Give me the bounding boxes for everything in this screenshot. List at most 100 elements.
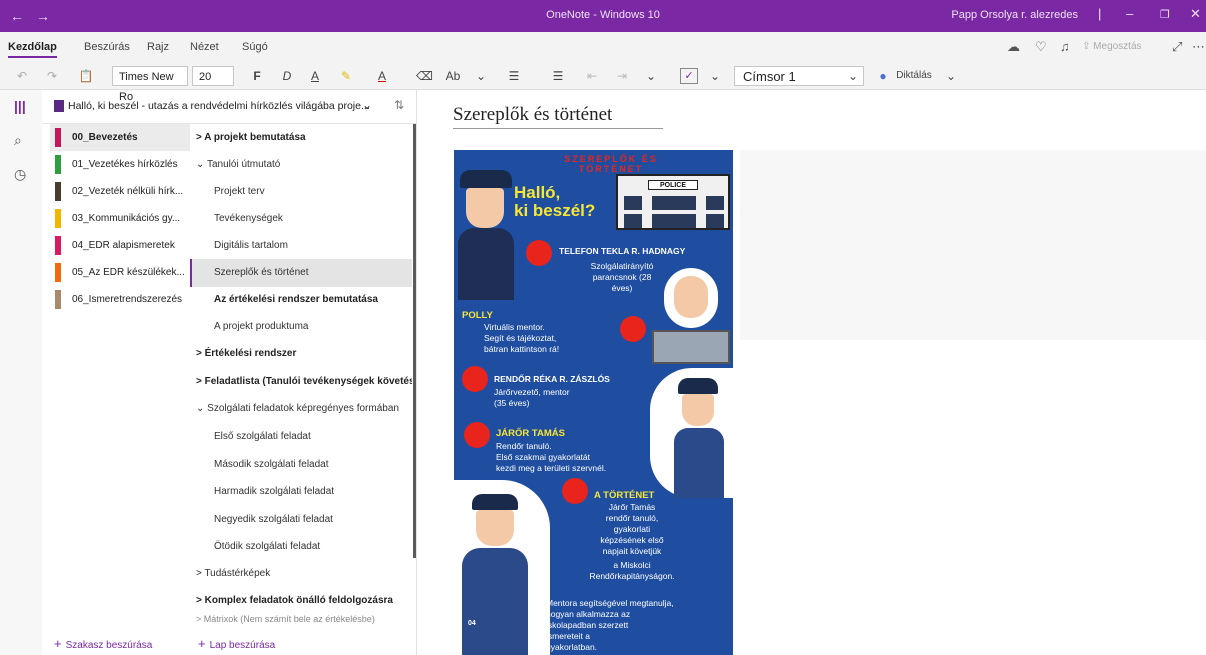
share-button[interactable]: ⇪ Megosztás bbox=[1082, 41, 1142, 52]
dictate-button[interactable]: Diktálás bbox=[894, 66, 934, 86]
search-icon[interactable]: ⌕ bbox=[14, 132, 22, 149]
page-item[interactable]: > Tudástérképek bbox=[190, 560, 412, 588]
notebook-header[interactable]: Halló, ki beszél - utazás a rendvédelmi … bbox=[42, 90, 416, 124]
page-title[interactable]: Szereplők és történet bbox=[453, 104, 612, 126]
chevron-down-icon[interactable]: ⌄ bbox=[644, 66, 658, 86]
story-line: gyakorlati bbox=[613, 524, 651, 534]
character-1-name: TELEFON TEKLA R. HADNAGY bbox=[559, 246, 686, 256]
section-color-tab bbox=[55, 128, 61, 147]
page-item[interactable]: Harmadik szolgálati feladat bbox=[190, 478, 412, 506]
notebook-title: Halló, ki beszél - utazás a rendvédelmi … bbox=[68, 100, 370, 112]
add-page-button[interactable]: + Lap beszúrása bbox=[198, 636, 275, 651]
sync-icon[interactable]: ☁ bbox=[1007, 39, 1020, 55]
sort-icon[interactable]: ⇅ bbox=[394, 98, 404, 112]
section-item[interactable]: 06_Ismeretrendszerezés bbox=[50, 286, 190, 313]
recent-icon[interactable]: ◷ bbox=[14, 166, 26, 183]
page-item[interactable]: Tevékenységek bbox=[190, 205, 412, 233]
chevron-down-icon[interactable]: ⌄ bbox=[474, 66, 488, 86]
female-officer-illustration bbox=[650, 368, 733, 498]
indent-icon[interactable]: ⇥ bbox=[614, 66, 630, 86]
eraser-icon[interactable]: ⌫ bbox=[416, 66, 433, 86]
section-item[interactable]: 05_Az EDR készülékek... bbox=[50, 259, 190, 286]
character-4-line-2: Első szakmai gyakorlatát bbox=[496, 452, 591, 462]
section-item[interactable]: 02_Vezeték nélküli hírk... bbox=[50, 178, 190, 205]
font-size-field[interactable]: 20 bbox=[192, 66, 234, 86]
bold-button[interactable]: F bbox=[250, 66, 264, 86]
outdent-icon[interactable]: ⇤ bbox=[584, 66, 600, 86]
story-title: A TÖRTÉNET bbox=[594, 490, 655, 501]
close-icon[interactable]: ✕ bbox=[1190, 6, 1201, 22]
page-item[interactable]: > Mátrixok (Nem számít bele az értékelés… bbox=[190, 614, 412, 624]
section-item[interactable]: 01_Vezetékes hírközlés bbox=[50, 151, 190, 178]
tab-insert[interactable]: Beszúrás bbox=[84, 41, 130, 53]
title-underline bbox=[453, 128, 663, 129]
section-item[interactable]: 04_EDR alapismeretek bbox=[50, 232, 190, 259]
character-4-line-3: kezdi meg a területi szervnél. bbox=[496, 463, 607, 473]
divider bbox=[416, 90, 417, 655]
expand-icon[interactable]: ⤢ bbox=[1172, 39, 1182, 55]
page-item[interactable]: Digitális tartalom bbox=[190, 232, 412, 260]
clipboard-icon[interactable]: 📋 bbox=[78, 66, 94, 86]
mentor-portrait-illustration[interactable] bbox=[652, 268, 730, 364]
page-item-selected[interactable]: Szereplők és történet bbox=[190, 259, 412, 287]
user-name[interactable]: Papp Orsolya r. alezredes bbox=[951, 9, 1078, 21]
page-list: > A projekt bemutatása ⌄ Tanulói útmutat… bbox=[190, 124, 412, 624]
undo-icon[interactable]: ↶ bbox=[14, 66, 30, 86]
male-officer-illustration: 04 bbox=[454, 480, 550, 655]
font-name-field[interactable]: Times New Ro bbox=[112, 66, 188, 103]
section-color-tab bbox=[55, 209, 61, 228]
page-item[interactable]: ⌄ Tanulói útmutató bbox=[190, 151, 412, 179]
tab-home[interactable]: Kezdőlap bbox=[8, 41, 57, 58]
add-page-label: Lap beszúrása bbox=[209, 640, 276, 651]
page-item[interactable]: Az értékelési rendszer bemutatása bbox=[190, 286, 412, 314]
page-item[interactable]: Első szolgálati feladat bbox=[190, 423, 412, 451]
redo-icon[interactable]: ↷ bbox=[44, 66, 60, 86]
story-line: ismereteit a bbox=[546, 631, 590, 641]
chevron-down-icon[interactable]: ⌄ bbox=[944, 66, 958, 86]
section-list: 00_Bevezetés 01_Vezetékes hírközlés 02_V… bbox=[42, 124, 190, 624]
chevron-down-icon[interactable]: ⌄ bbox=[846, 66, 860, 86]
underline-button[interactable]: A bbox=[308, 66, 322, 86]
font-color-icon[interactable]: A bbox=[375, 66, 389, 86]
tab-draw[interactable]: Rajz bbox=[147, 41, 169, 53]
story-line: gyakorlatban. bbox=[546, 642, 598, 652]
red-dot-marker bbox=[526, 240, 552, 266]
highlight-icon[interactable]: ✎ bbox=[338, 66, 354, 86]
lightbulb-icon[interactable]: ♡ bbox=[1035, 39, 1047, 55]
page-item[interactable]: > Komplex feladatok önálló feldolgozásra bbox=[190, 587, 412, 615]
page-item[interactable]: Ötödik szolgálati feladat bbox=[190, 533, 412, 561]
page-item[interactable]: > Feladatlista (Tanulói tevékenységek kö… bbox=[190, 368, 412, 396]
checkbox-tag-icon[interactable]: ✓ bbox=[680, 68, 698, 84]
chevron-down-icon[interactable]: ⌄ bbox=[362, 98, 372, 112]
character-4-line-1: Rendőr tanuló. bbox=[496, 441, 552, 451]
page-item[interactable]: Második szolgálati feladat bbox=[190, 451, 412, 479]
notebooks-icon[interactable]: ||| bbox=[14, 98, 26, 114]
red-dot-marker bbox=[464, 422, 490, 448]
section-item[interactable]: 03_Kommunikációs gy... bbox=[50, 205, 190, 232]
minimize-icon[interactable]: – bbox=[1126, 6, 1133, 21]
add-section-button[interactable]: + Szakasz beszúrása bbox=[54, 636, 152, 651]
style-select[interactable]: Címsor 1 bbox=[734, 66, 864, 86]
story-line: képzésének első bbox=[600, 535, 664, 545]
bell-icon[interactable]: ♫ bbox=[1060, 39, 1070, 54]
section-label: 01_Vezetékes hírközlés bbox=[72, 159, 178, 170]
page-item[interactable]: Negyedik szolgálati feladat bbox=[190, 506, 412, 534]
chevron-down-icon[interactable]: ⌄ bbox=[708, 66, 722, 86]
page-item[interactable]: ⌄ Szolgálati feladatok képregényes formá… bbox=[190, 395, 412, 423]
page-item[interactable]: Projekt terv bbox=[190, 178, 412, 206]
styles-icon[interactable]: Ab bbox=[444, 66, 462, 86]
restore-icon[interactable]: ❐ bbox=[1160, 8, 1170, 21]
tab-view[interactable]: Nézet bbox=[190, 41, 219, 53]
page-item[interactable]: > A projekt bemutatása bbox=[190, 124, 412, 152]
more-icon[interactable]: ⋯ bbox=[1192, 39, 1205, 55]
numbered-list-icon[interactable]: ☰ bbox=[550, 66, 566, 86]
tab-help[interactable]: Súgó bbox=[242, 41, 268, 53]
page-item[interactable]: A projekt produktuma bbox=[190, 313, 412, 341]
bullet-list-icon[interactable]: ☰ bbox=[506, 66, 522, 86]
section-item[interactable]: 00_Bevezetés bbox=[50, 124, 190, 151]
infographic-poster[interactable]: SZEREPLŐK ÉS TÖRTÉNET Halló, ki beszél? … bbox=[454, 150, 733, 655]
italic-button[interactable]: D bbox=[280, 66, 294, 86]
red-dot-marker bbox=[562, 478, 588, 504]
page-item[interactable]: > Értékelési rendszer bbox=[190, 340, 412, 368]
microphone-icon[interactable]: ● bbox=[876, 66, 890, 86]
